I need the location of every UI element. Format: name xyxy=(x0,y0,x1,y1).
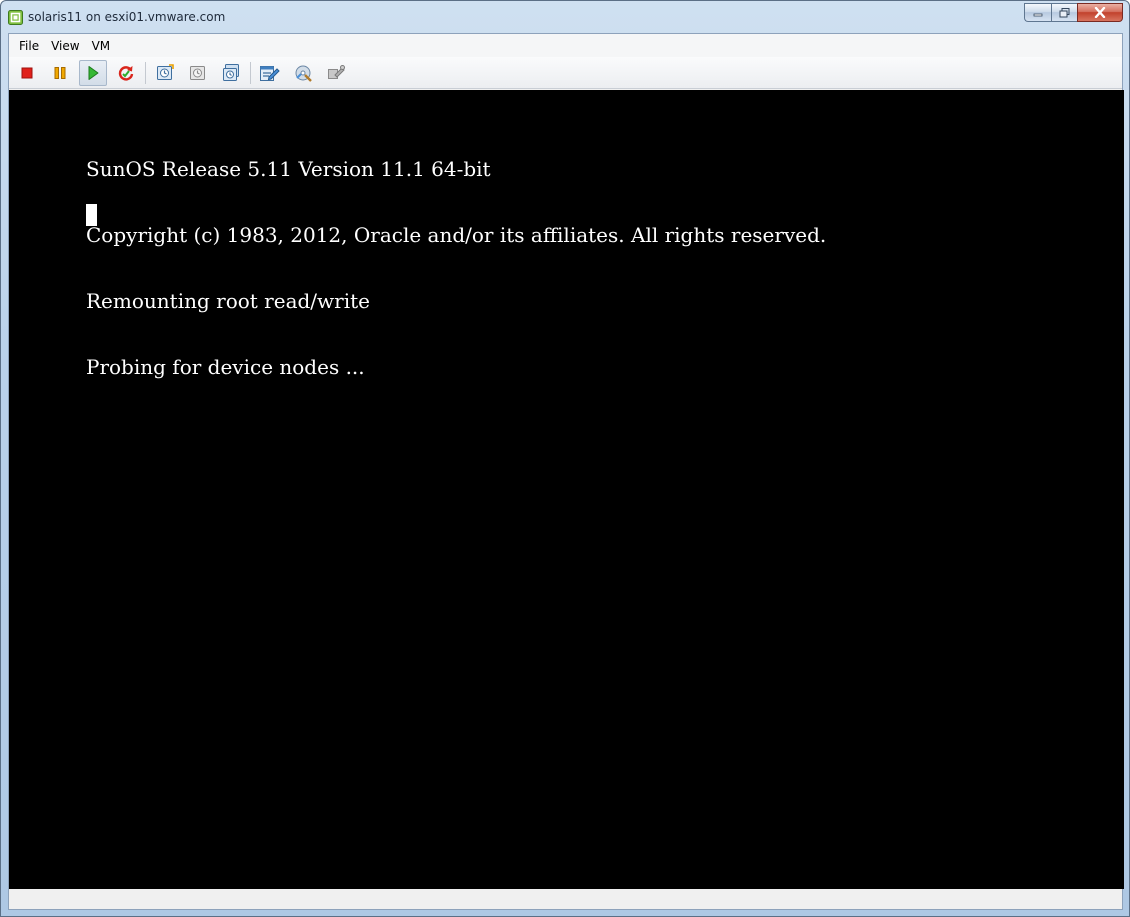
minimize-button[interactable] xyxy=(1024,3,1051,22)
vsphere-app-icon xyxy=(8,10,23,25)
client-area: File View VM SunOS Release 5.11 Version … xyxy=(8,33,1124,910)
restore-button[interactable] xyxy=(1051,3,1077,22)
menu-bar: File View VM xyxy=(9,34,1122,57)
power-off-button[interactable] xyxy=(13,60,41,86)
power-on-icon xyxy=(88,65,99,80)
status-bar xyxy=(9,889,1122,909)
take-snapshot-button[interactable] xyxy=(151,60,179,86)
console-line: Copyright (c) 1983, 2012, Oracle and/or … xyxy=(86,223,827,247)
title-bar[interactable]: solaris11 on esxi01.vmware.com xyxy=(1,1,1129,33)
connect-devices-icon xyxy=(295,65,312,82)
edit-settings-button[interactable] xyxy=(256,60,284,86)
restore-icon xyxy=(1059,7,1070,17)
suspend-button[interactable] xyxy=(46,60,74,86)
toolbar-separator xyxy=(250,61,251,84)
menu-view[interactable]: View xyxy=(45,37,85,55)
snapshot-take-icon xyxy=(157,63,174,80)
menu-vm[interactable]: VM xyxy=(86,37,117,55)
minimize-icon xyxy=(1033,13,1043,16)
console-line: Probing for device nodes ... xyxy=(86,355,365,379)
edit-settings-icon xyxy=(260,65,280,81)
vm-tools-icon xyxy=(328,64,345,79)
snapshot-revert-icon xyxy=(190,65,205,80)
power-off-icon xyxy=(21,67,33,78)
console-line: Remounting root read/write xyxy=(86,289,370,313)
text-cursor xyxy=(86,204,97,226)
toolbar-separator xyxy=(145,61,146,84)
console-line: SunOS Release 5.11 Version 11.1 64-bit xyxy=(86,157,491,181)
caption-buttons xyxy=(1024,3,1123,22)
connect-devices-button[interactable] xyxy=(289,60,317,86)
close-button[interactable] xyxy=(1077,3,1123,22)
window-title: solaris11 on esxi01.vmware.com xyxy=(28,10,226,24)
vm-tools-button[interactable] xyxy=(322,60,350,86)
vm-console-window: solaris11 on esxi01.vmware.com File View… xyxy=(0,0,1130,917)
snapshot-manager-button[interactable] xyxy=(217,60,245,86)
suspend-icon xyxy=(54,66,66,79)
reset-button[interactable] xyxy=(112,60,140,86)
snapshot-manager-icon xyxy=(223,63,239,81)
menu-file[interactable]: File xyxy=(13,37,45,55)
revert-snapshot-button[interactable] xyxy=(184,60,212,86)
close-icon xyxy=(1094,7,1106,18)
vm-console-screen[interactable]: SunOS Release 5.11 Version 11.1 64-bit C… xyxy=(9,90,1124,889)
power-on-button[interactable] xyxy=(79,59,107,86)
toolbar xyxy=(9,57,1122,89)
reset-icon xyxy=(118,65,134,80)
console-output: SunOS Release 5.11 Version 11.1 64-bit C… xyxy=(86,114,826,422)
